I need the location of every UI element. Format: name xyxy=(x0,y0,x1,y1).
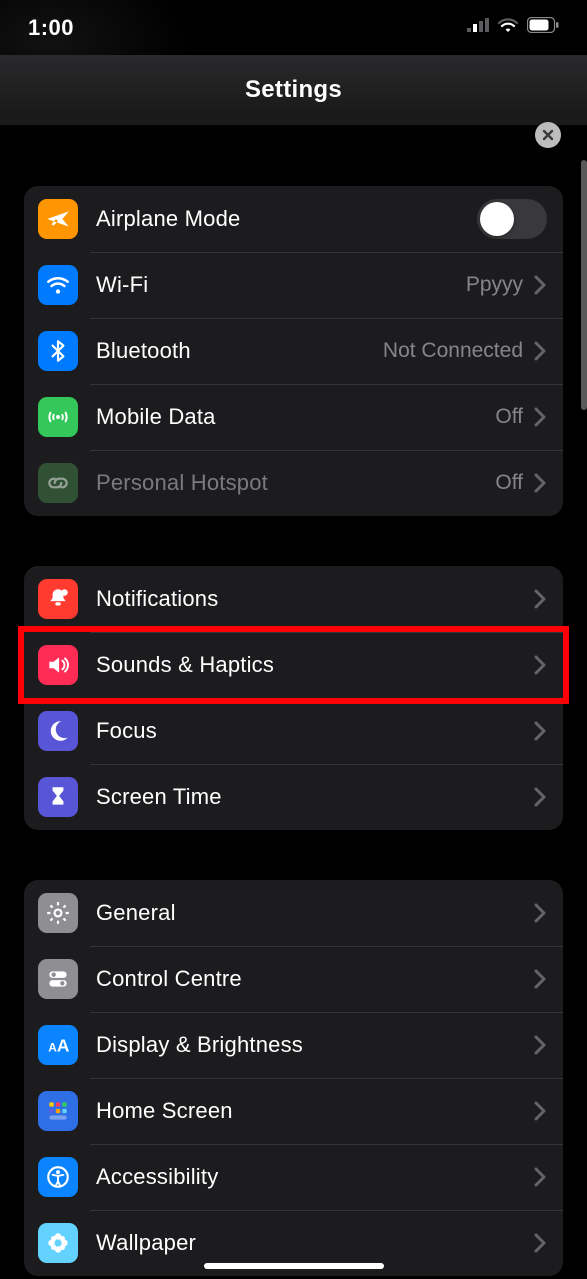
row-accessibility[interactable]: Accessibility xyxy=(24,1144,563,1210)
close-button[interactable] xyxy=(535,122,561,148)
status-icons xyxy=(467,17,559,38)
flower-icon xyxy=(38,1223,78,1263)
gear-icon xyxy=(38,893,78,933)
link-icon xyxy=(38,463,78,503)
group-general: General Control Centre AA Display & Brig… xyxy=(24,880,563,1276)
row-screentime[interactable]: Screen Time xyxy=(24,764,563,830)
group-connectivity: Airplane Mode Wi-Fi Ppyyy Bluetooth Not … xyxy=(24,186,563,516)
nav-bar: Settings xyxy=(0,55,587,125)
chevron-right-icon xyxy=(533,274,547,296)
chevron-right-icon xyxy=(533,720,547,742)
wifi-icon xyxy=(38,265,78,305)
airplane-switch[interactable] xyxy=(477,199,547,239)
chevron-right-icon xyxy=(533,1100,547,1122)
wifi-status-icon xyxy=(497,17,519,38)
row-detail: Ppyyy xyxy=(466,273,523,297)
chevron-right-icon xyxy=(533,902,547,924)
home-indicator[interactable] xyxy=(204,1263,384,1269)
row-mobiledata[interactable]: Mobile Data Off xyxy=(24,384,563,450)
row-label: Wi-Fi xyxy=(96,272,466,298)
row-display[interactable]: AA Display & Brightness xyxy=(24,1012,563,1078)
airplane-icon xyxy=(38,199,78,239)
grid-icon xyxy=(38,1091,78,1131)
cellular-icon xyxy=(467,18,489,37)
row-label: Sounds & Haptics xyxy=(96,652,533,678)
row-label: Display & Brightness xyxy=(96,1032,533,1058)
row-label: Home Screen xyxy=(96,1098,533,1124)
chevron-right-icon xyxy=(533,588,547,610)
row-detail: Off xyxy=(495,405,523,429)
battery-icon xyxy=(527,17,559,38)
row-label: Screen Time xyxy=(96,784,533,810)
svg-text:A: A xyxy=(48,1041,57,1055)
toggles-icon xyxy=(38,959,78,999)
antenna-icon xyxy=(38,397,78,437)
status-bar: 1:00 xyxy=(0,0,587,55)
row-general[interactable]: General xyxy=(24,880,563,946)
row-wifi[interactable]: Wi-Fi Ppyyy xyxy=(24,252,563,318)
row-airplane[interactable]: Airplane Mode xyxy=(24,186,563,252)
bell-icon xyxy=(38,579,78,619)
row-label: Bluetooth xyxy=(96,338,383,364)
chevron-right-icon xyxy=(533,406,547,428)
chevron-right-icon xyxy=(533,472,547,494)
row-label: Control Centre xyxy=(96,966,533,992)
nav-title: Settings xyxy=(245,76,342,104)
group-alerts: Notifications Sounds & Haptics Focus Scr… xyxy=(24,566,563,830)
textsize-icon: AA xyxy=(38,1025,78,1065)
chevron-right-icon xyxy=(533,1232,547,1254)
row-controlcentre[interactable]: Control Centre xyxy=(24,946,563,1012)
row-notifications[interactable]: Notifications xyxy=(24,566,563,632)
chevron-right-icon xyxy=(533,340,547,362)
bluetooth-icon xyxy=(38,331,78,371)
row-label: General xyxy=(96,900,533,926)
hourglass-icon xyxy=(38,777,78,817)
row-label: Wallpaper xyxy=(96,1230,533,1256)
chevron-right-icon xyxy=(533,1034,547,1056)
row-homescreen[interactable]: Home Screen xyxy=(24,1078,563,1144)
svg-text:A: A xyxy=(57,1036,70,1056)
settings-list[interactable]: Airplane Mode Wi-Fi Ppyyy Bluetooth Not … xyxy=(0,140,587,1279)
row-bluetooth[interactable]: Bluetooth Not Connected xyxy=(24,318,563,384)
status-time: 1:00 xyxy=(28,15,74,41)
scrollbar[interactable] xyxy=(581,160,587,410)
chevron-right-icon xyxy=(533,1166,547,1188)
row-detail: Not Connected xyxy=(383,339,523,363)
row-detail: Off xyxy=(495,471,523,495)
row-label: Accessibility xyxy=(96,1164,533,1190)
close-icon xyxy=(542,129,554,141)
row-hotspot[interactable]: Personal Hotspot Off xyxy=(24,450,563,516)
row-label: Mobile Data xyxy=(96,404,495,430)
row-sounds[interactable]: Sounds & Haptics xyxy=(24,632,563,698)
moon-icon xyxy=(38,711,78,751)
row-label: Personal Hotspot xyxy=(96,470,495,496)
row-label: Notifications xyxy=(96,586,533,612)
accessibility-icon xyxy=(38,1157,78,1197)
chevron-right-icon xyxy=(533,968,547,990)
chevron-right-icon xyxy=(533,654,547,676)
row-label: Airplane Mode xyxy=(96,206,477,232)
chevron-right-icon xyxy=(533,786,547,808)
row-label: Focus xyxy=(96,718,533,744)
speaker-icon xyxy=(38,645,78,685)
row-focus[interactable]: Focus xyxy=(24,698,563,764)
